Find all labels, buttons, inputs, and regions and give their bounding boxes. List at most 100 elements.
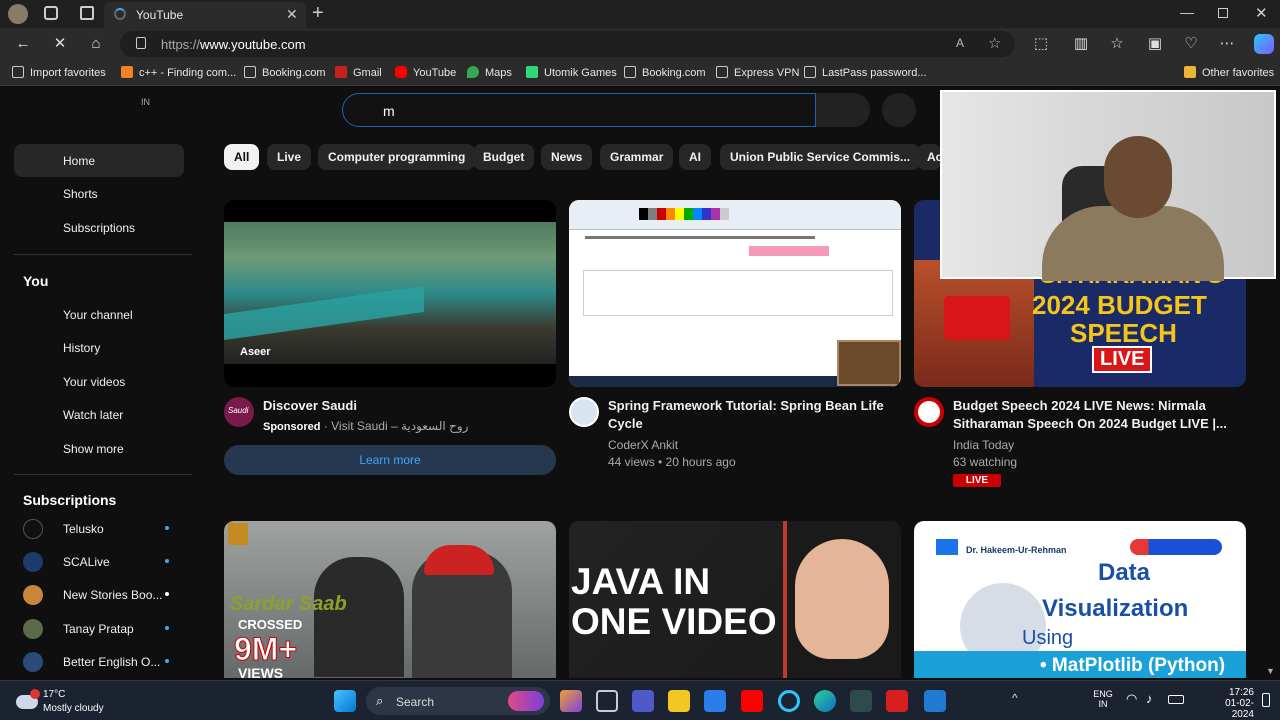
split-screen-icon[interactable]: ▥ (1072, 36, 1090, 52)
stop-icon[interactable]: ✕ (51, 36, 69, 52)
channel-name[interactable]: CoderX Ankit (608, 437, 678, 454)
sub-item-scalive[interactable]: SCALive (14, 547, 184, 577)
search-box[interactable]: m (342, 93, 816, 127)
cortana-icon[interactable] (778, 690, 800, 712)
chip-live[interactable]: Live (267, 144, 312, 170)
store-icon[interactable] (704, 690, 726, 712)
video-thumbnail-sardar-saab[interactable]: Sardar Saab CROSSED 9M+ VIEWS (224, 521, 556, 678)
maximize-icon[interactable] (1218, 8, 1228, 18)
chip-grammar[interactable]: Grammar (600, 144, 674, 170)
new-tab-icon[interactable]: + (312, 2, 324, 25)
chip-budget[interactable]: Budget (473, 144, 535, 170)
sidebar-item-shorts[interactable]: Shorts (14, 177, 184, 210)
read-aloud-icon[interactable]: A (956, 36, 964, 50)
youtube-taskbar-icon[interactable] (741, 690, 763, 712)
favorites-icon[interactable]: ☆ (1108, 36, 1126, 52)
bookmark-import-favorites[interactable]: Import favorites (12, 66, 106, 79)
profile-avatar[interactable] (8, 4, 28, 24)
sidebar-item-watch-later[interactable]: Watch later (14, 398, 184, 431)
learn-more-button[interactable]: Learn more (224, 445, 556, 475)
chip-news[interactable]: News (541, 144, 593, 170)
lang-indicator[interactable]: ENG IN (1092, 689, 1114, 709)
volume-icon[interactable]: ♪ (1146, 691, 1153, 706)
sub-item-new-stories[interactable]: New Stories Boo... (14, 580, 184, 610)
tab-actions-icon[interactable] (80, 6, 94, 20)
tab-close-icon[interactable]: ✕ (286, 6, 298, 23)
sidebar-item-history[interactable]: History (14, 331, 184, 364)
chip-ac[interactable]: Ac (917, 144, 941, 170)
video-thumbnail-spring[interactable] (569, 200, 901, 387)
bookmark-express-vpn[interactable]: Express VPN (716, 66, 799, 79)
collections-icon[interactable]: ▣ (1146, 36, 1164, 52)
sidebar-item-subscriptions[interactable]: Subscriptions (14, 211, 184, 244)
bookmark-gmail[interactable]: Gmail (335, 66, 382, 79)
start-icon[interactable] (334, 690, 356, 712)
health-icon[interactable]: ♡ (1182, 36, 1200, 52)
close-window-icon[interactable]: ✕ (1255, 4, 1268, 22)
video-title[interactable]: Budget Speech 2024 LIVE News: Nirmala Si… (953, 397, 1243, 433)
video-thumbnail-discover-saudi[interactable]: Aseer (224, 200, 556, 387)
bookmark-lastpass[interactable]: LastPass password... (804, 66, 927, 79)
copilot-taskbar-icon[interactable] (560, 690, 582, 712)
sub-item-tanay-pratap[interactable]: Tanay Pratap (14, 614, 184, 644)
teams-icon[interactable] (632, 690, 654, 712)
sidebar-item-your-videos[interactable]: Your videos (14, 365, 184, 398)
back-icon[interactable]: ← (14, 36, 32, 52)
bookmark-utomik[interactable]: Utomik Games (526, 66, 617, 79)
bookmark-maps[interactable]: Maps (467, 66, 512, 79)
chip-ai[interactable]: AI (679, 144, 711, 170)
video-title[interactable]: Discover Saudi (263, 397, 553, 415)
weather-widget[interactable]: 17°C Mostly cloudy (14, 687, 114, 717)
voice-search-button[interactable] (882, 93, 916, 127)
sub-item-better-english[interactable]: Better English O... (14, 647, 184, 677)
video-thumbnail-java[interactable]: JAVA IN ONE VIDEO (569, 521, 901, 678)
edge-icon[interactable] (814, 690, 836, 712)
copilot-icon[interactable] (1254, 34, 1274, 54)
task-view-icon[interactable] (596, 690, 618, 712)
vscode-icon[interactable] (924, 690, 946, 712)
sidebar-item-home[interactable]: Home (14, 144, 184, 177)
search-input[interactable]: m (383, 103, 395, 119)
taskbar-search-box[interactable]: ⌕ Search (366, 687, 550, 715)
sub-item-telusko[interactable]: Telusko (14, 514, 184, 544)
video-thumbnail-data-viz[interactable]: Dr. Hakeem-Ur-Rehman Data Visualization … (914, 521, 1246, 678)
wifi-icon[interactable]: ◠ (1126, 691, 1137, 707)
you-header[interactable]: You (23, 273, 48, 289)
channel-name[interactable]: India Today (953, 437, 1014, 454)
bookmark-booking-2[interactable]: Booking.com (624, 66, 706, 79)
bookmark-youtube[interactable]: YouTube (395, 66, 456, 79)
chip-all[interactable]: All (224, 144, 260, 170)
search-button[interactable] (816, 93, 870, 127)
scrollbar-down-arrow[interactable]: ▼ (1266, 666, 1275, 676)
more-icon[interactable]: ⋯ (1218, 36, 1236, 52)
battery-icon[interactable] (1168, 695, 1184, 704)
channel-name[interactable]: · Visit Saudi – روح السعودية (324, 419, 469, 433)
search-highlight-icon (508, 691, 544, 711)
minimize-icon[interactable]: — (1180, 4, 1194, 20)
chip-computer-programming[interactable]: Computer programming (318, 144, 476, 170)
channel-avatar-visit-saudi[interactable]: Saudi (224, 397, 254, 427)
channel-avatar-coderx[interactable] (569, 397, 599, 427)
home-icon[interactable]: ⌂ (87, 36, 105, 52)
video-title[interactable]: Spring Framework Tutorial: Spring Bean L… (608, 397, 898, 433)
bookmark-cpp[interactable]: c++ - Finding com... (121, 66, 236, 79)
sidebar-item-your-channel[interactable]: Your channel (14, 298, 184, 331)
bookmark-other-favorites[interactable]: Other favorites (1184, 66, 1274, 79)
channel-avatar-india-today[interactable] (914, 397, 944, 427)
chip-upsc[interactable]: Union Public Service Commis... (720, 144, 921, 170)
acrobat-icon[interactable] (886, 690, 908, 712)
terminal-icon[interactable] (850, 690, 872, 712)
file-explorer-icon[interactable] (668, 690, 690, 712)
show-hidden-icons[interactable]: ^ (1012, 691, 1018, 705)
favorite-star-icon[interactable]: ☆ (988, 34, 1001, 52)
bookmark-booking-1[interactable]: Booking.com (244, 66, 326, 79)
extensions-icon[interactable]: ⬚ (1032, 36, 1050, 52)
sidebar-item-show-more[interactable]: Show more (14, 432, 184, 465)
tab-youtube[interactable]: YouTube ✕ (104, 2, 306, 28)
clock[interactable]: 17:26 01-02-2024 (1206, 687, 1254, 720)
notifications-icon[interactable] (1262, 693, 1270, 707)
address-bar[interactable]: https://www.youtube.com A ☆ (120, 31, 1015, 57)
new-content-dot (165, 626, 169, 630)
red-folder (944, 296, 1010, 340)
workspaces-icon[interactable] (44, 6, 58, 20)
